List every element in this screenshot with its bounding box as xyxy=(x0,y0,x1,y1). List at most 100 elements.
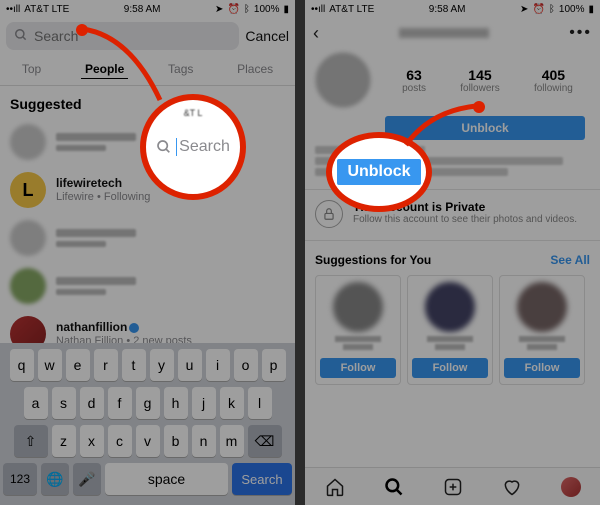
key-y[interactable]: y xyxy=(150,349,174,381)
key-f[interactable]: f xyxy=(108,387,132,419)
key-k[interactable]: k xyxy=(220,387,244,419)
key-r[interactable]: r xyxy=(94,349,118,381)
keyboard-search-key[interactable]: Search xyxy=(232,463,292,495)
keyboard-row-2: asdfghjkl xyxy=(3,387,292,419)
clock-label: 9:58 AM xyxy=(429,4,466,15)
profile-username xyxy=(399,28,489,38)
suggestion-card[interactable]: Follow xyxy=(315,275,401,385)
lock-icon xyxy=(315,200,343,228)
battery-label: 100% xyxy=(559,4,585,15)
avatar: L xyxy=(10,172,46,208)
activity-tab[interactable] xyxy=(502,477,522,497)
back-button[interactable]: ‹ xyxy=(313,23,319,44)
home-tab[interactable] xyxy=(325,477,345,497)
shift-key[interactable]: ⇧ xyxy=(14,425,48,457)
new-post-tab[interactable] xyxy=(443,477,463,497)
see-all-button[interactable]: See All xyxy=(550,253,590,267)
annotation-arrow xyxy=(80,26,190,121)
private-subtitle: Follow this account to see their photos … xyxy=(353,214,577,226)
search-tab[interactable] xyxy=(384,477,404,497)
avatar xyxy=(10,220,46,256)
avatar xyxy=(517,282,567,332)
keyboard[interactable]: qwertyuiop asdfghjkl ⇧ zxcvbnm ⌫ 123 🌐 🎤… xyxy=(0,343,295,505)
key-z[interactable]: z xyxy=(52,425,76,457)
more-button[interactable]: ••• xyxy=(569,24,592,42)
avatar xyxy=(333,282,383,332)
key-p[interactable]: p xyxy=(262,349,286,381)
key-q[interactable]: q xyxy=(10,349,34,381)
username-label: nathanfillion xyxy=(56,320,192,334)
backspace-key[interactable]: ⌫ xyxy=(248,425,282,457)
follow-button[interactable]: Follow xyxy=(504,358,580,378)
key-e[interactable]: e xyxy=(66,349,90,381)
avatar xyxy=(10,124,46,160)
key-v[interactable]: v xyxy=(136,425,160,457)
key-m[interactable]: m xyxy=(220,425,244,457)
tab-bar xyxy=(305,467,600,505)
nav-bar: ‹ ••• xyxy=(305,18,600,46)
stat-posts[interactable]: 63 posts xyxy=(402,67,426,94)
tab-places[interactable]: Places xyxy=(233,60,277,79)
key-s[interactable]: s xyxy=(52,387,76,419)
suggestion-card[interactable]: Follow xyxy=(499,275,585,385)
alarm-icon: ⏰ xyxy=(532,4,544,15)
suggestion-cards[interactable]: Follow Follow Follow xyxy=(305,269,600,389)
tab-top[interactable]: Top xyxy=(18,60,45,79)
annotation-dot xyxy=(76,24,88,36)
key-t[interactable]: t xyxy=(122,349,146,381)
key-w[interactable]: w xyxy=(38,349,62,381)
stat-following[interactable]: 405 following xyxy=(534,67,573,94)
suggestions-title: Suggestions for You xyxy=(315,253,431,267)
list-item[interactable] xyxy=(0,214,295,262)
key-x[interactable]: x xyxy=(80,425,104,457)
suggestions-header: Suggestions for You See All xyxy=(305,247,600,269)
key-j[interactable]: j xyxy=(192,387,216,419)
carrier-label: AT&T LTE xyxy=(329,4,374,15)
keyboard-row-4: 123 🌐 🎤 space Search xyxy=(3,463,292,495)
location-icon: ➤ xyxy=(520,4,528,15)
subtitle-label: Lifewire • Following xyxy=(56,191,150,204)
key-h[interactable]: h xyxy=(164,387,188,419)
annotation-search-label: Search xyxy=(176,138,230,156)
key-c[interactable]: c xyxy=(108,425,132,457)
profile-stats: 63 posts 145 followers 405 following xyxy=(385,67,590,94)
signal-icon: ••ıll xyxy=(6,4,20,15)
profile-tab[interactable] xyxy=(561,477,581,497)
location-icon: ➤ xyxy=(215,4,223,15)
key-g[interactable]: g xyxy=(136,387,160,419)
suggestion-card[interactable]: Follow xyxy=(407,275,493,385)
battery-icon: ▮ xyxy=(283,4,289,15)
follow-button[interactable]: Follow xyxy=(320,358,396,378)
alarm-icon: ⏰ xyxy=(227,4,239,15)
verified-icon xyxy=(129,323,139,333)
profile-avatar[interactable] xyxy=(315,52,371,108)
key-d[interactable]: d xyxy=(80,387,104,419)
key-n[interactable]: n xyxy=(192,425,216,457)
battery-label: 100% xyxy=(254,4,280,15)
username-label: lifewiretech xyxy=(56,176,150,190)
follow-button[interactable]: Follow xyxy=(412,358,488,378)
keyboard-row-1: qwertyuiop xyxy=(3,349,292,381)
key-b[interactable]: b xyxy=(164,425,188,457)
stat-followers[interactable]: 145 followers xyxy=(460,67,499,94)
keyboard-row-3: ⇧ zxcvbnm ⌫ xyxy=(3,425,292,457)
key-i[interactable]: i xyxy=(206,349,230,381)
key-l[interactable]: l xyxy=(248,387,272,419)
annotation-dot xyxy=(473,101,485,113)
phone-right-profile-screen: ••ıll AT&T LTE 9:58 AM ➤ ⏰ ᛒ 100% ▮ ‹ ••… xyxy=(305,0,600,505)
mic-key[interactable]: 🎤 xyxy=(73,463,101,495)
bluetooth-icon: ᛒ xyxy=(244,4,250,15)
key-a[interactable]: a xyxy=(24,387,48,419)
globe-key[interactable]: 🌐 xyxy=(41,463,69,495)
carrier-label: AT&T LTE xyxy=(24,4,69,15)
status-bar: ••ıll AT&T LTE 9:58 AM ➤ ⏰ ᛒ 100% ▮ xyxy=(0,0,295,18)
numbers-key[interactable]: 123 xyxy=(3,463,37,495)
key-o[interactable]: o xyxy=(234,349,258,381)
cancel-button[interactable]: Cancel xyxy=(245,28,289,44)
list-item[interactable] xyxy=(0,262,295,310)
search-icon xyxy=(14,28,28,45)
bluetooth-icon: ᛒ xyxy=(549,4,555,15)
key-u[interactable]: u xyxy=(178,349,202,381)
clock-label: 9:58 AM xyxy=(124,4,161,15)
space-key[interactable]: space xyxy=(105,463,228,495)
